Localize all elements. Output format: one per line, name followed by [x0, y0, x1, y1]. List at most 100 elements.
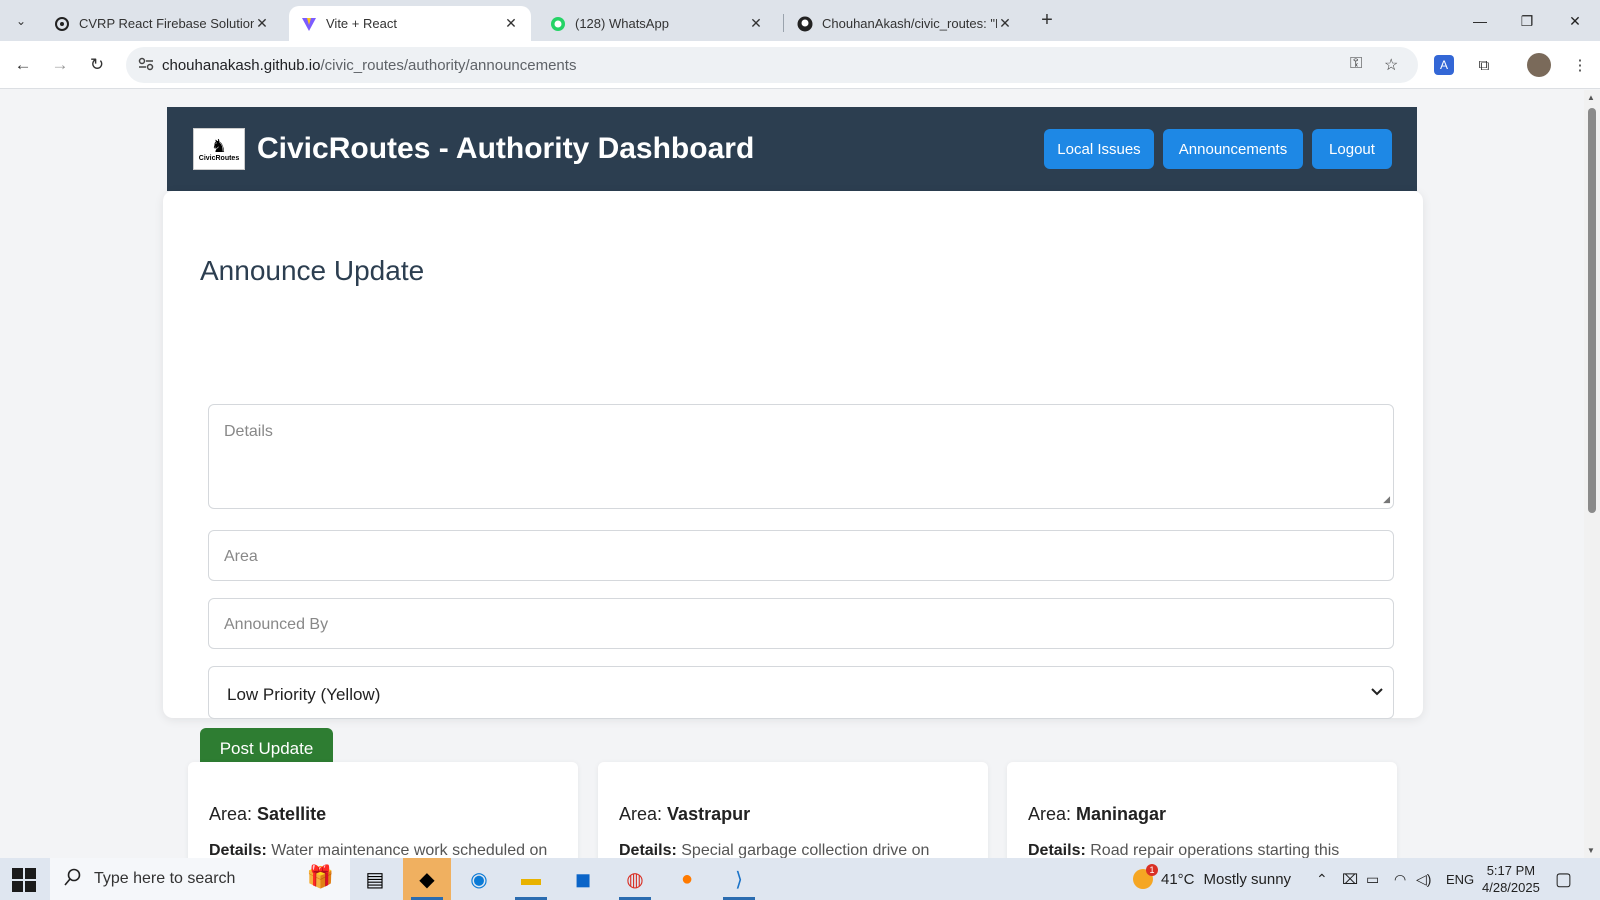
page-title: CivicRoutes - Authority Dashboard	[257, 132, 755, 165]
resize-handle-icon[interactable]: ◢	[1383, 494, 1390, 505]
logout-button[interactable]: Logout	[1312, 129, 1392, 169]
tab-whatsapp[interactable]: (128) WhatsApp ✕	[538, 6, 776, 41]
volume-icon[interactable]: ◁)	[1416, 858, 1431, 900]
weather-widget[interactable]: 1 41°C Mostly sunny	[1133, 858, 1291, 900]
tab-search-button[interactable]: ⌄	[8, 8, 34, 34]
edge-icon[interactable]: ◉	[455, 858, 503, 900]
page-viewport: ♞ CivicRoutes CivicRoutes - Authority Da…	[0, 90, 1584, 858]
browser-toolbar: ← → ↻ chouhanakash.github.io/civic_route…	[0, 41, 1600, 89]
announcement-area: Area: Maninagar	[1028, 804, 1166, 825]
civicroutes-logo: ♞ CivicRoutes	[193, 128, 245, 170]
restore-button[interactable]: ❐	[1504, 6, 1550, 36]
search-placeholder: Type here to search	[94, 870, 236, 887]
announcement-card: Area: Satellite Details: Water maintenan…	[188, 762, 578, 858]
search-icon	[64, 868, 82, 891]
openai-icon	[54, 16, 70, 32]
tab-title: ChouhanAkash/civic_routes: "Er	[822, 16, 997, 31]
area-placeholder: Area	[224, 548, 258, 565]
password-key-icon[interactable]: ⚿	[1350, 55, 1362, 73]
wifi-icon[interactable]: ◠	[1394, 858, 1406, 900]
windows-taskbar: Type here to search 🎁 ▤ ◆ ◉ ▬ ◼ ◍ ● ⟩ 1 …	[0, 858, 1600, 900]
details-label: Details:	[619, 842, 677, 858]
form-title: Announce Update	[200, 255, 425, 286]
menu-dots-icon[interactable]: ⋮	[1568, 53, 1592, 77]
area-input[interactable]: Area	[208, 530, 1394, 581]
details-label: Details:	[1028, 842, 1086, 858]
reload-button[interactable]: ↻	[83, 51, 111, 79]
tab-title: (128) WhatsApp	[575, 16, 669, 31]
taskbar-search[interactable]: Type here to search 🎁	[50, 858, 350, 900]
priority-select[interactable]: Low Priority (Yellow)	[208, 666, 1394, 719]
task-view-icon[interactable]: ▤	[351, 858, 399, 900]
scroll-up-icon[interactable]: ▲	[1587, 93, 1595, 102]
reload-icon: ↻	[89, 55, 105, 74]
details-value: Road repair operations starting this	[1090, 842, 1340, 858]
battery-icon[interactable]: ▭	[1366, 858, 1379, 900]
announcement-details: Details: Road repair operations starting…	[1028, 842, 1339, 858]
tray-chevron-icon[interactable]: ⌃	[1316, 858, 1328, 900]
logo-text: CivicRoutes	[198, 154, 240, 162]
browser-tab-bar: ⌄ CVRP React Firebase Solution ✕ Vite + …	[0, 0, 1600, 41]
announcement-details: Details: Water maintenance work schedule…	[209, 842, 547, 858]
announcement-card: Area: Maninagar Details: Road repair ope…	[1007, 762, 1397, 858]
notifications-icon[interactable]: ▢	[1555, 858, 1572, 900]
tab-github[interactable]: ChouhanAkash/civic_routes: "Er ✕	[785, 6, 1025, 41]
meet-icon[interactable]: ⌧	[1342, 858, 1358, 900]
scroll-thumb[interactable]	[1588, 108, 1596, 513]
clock-date: 4/28/2025	[1482, 880, 1540, 895]
file-explorer-icon[interactable]: ▬	[507, 858, 555, 900]
details-placeholder: Details	[224, 423, 273, 440]
tab-cvrp[interactable]: CVRP React Firebase Solution ✕	[42, 6, 282, 41]
back-button[interactable]: ←	[9, 51, 37, 79]
details-textarea[interactable]: Details ◢	[208, 404, 1394, 509]
close-icon[interactable]: ✕	[997, 15, 1013, 32]
weather-temp: 41°C	[1161, 870, 1195, 888]
translate-extension-icon[interactable]: A	[1434, 55, 1454, 75]
close-icon[interactable]: ✕	[503, 15, 519, 32]
local-issues-button[interactable]: Local Issues	[1044, 129, 1154, 169]
close-window-button[interactable]: ✕	[1552, 6, 1598, 36]
close-icon[interactable]: ✕	[748, 15, 764, 32]
tab-title: Vite + React	[326, 16, 397, 31]
area-label: Area:	[209, 804, 253, 824]
close-icon[interactable]: ✕	[254, 15, 270, 32]
clock[interactable]: 5:17 PM 4/28/2025	[1482, 858, 1540, 900]
announcement-area: Area: Vastrapur	[619, 804, 750, 825]
announce-form-card: Announce Update Details ◢ Area Announced…	[163, 191, 1423, 770]
details-label: Details:	[209, 842, 267, 858]
announcements-button[interactable]: Announcements	[1163, 129, 1303, 169]
area-label: Area:	[1028, 804, 1072, 824]
chevron-down-icon: ⌄	[15, 14, 27, 28]
minimize-icon: —	[1473, 13, 1487, 29]
close-icon: ✕	[1569, 12, 1581, 29]
windows-start-icon[interactable]	[12, 868, 36, 892]
new-tab-button[interactable]: +	[1035, 9, 1059, 33]
language-indicator[interactable]: ENG	[1446, 858, 1474, 900]
site-settings-icon[interactable]	[130, 57, 162, 74]
page-scrollbar[interactable]: ▲ ▼	[1584, 90, 1600, 858]
vscode-icon[interactable]: ⟩	[715, 858, 763, 900]
forward-button[interactable]: →	[46, 51, 74, 79]
announcement-area: Area: Satellite	[209, 804, 326, 825]
tab-vite-react[interactable]: Vite + React ✕	[289, 6, 531, 41]
bookmark-star-icon[interactable]: ☆	[1384, 55, 1398, 75]
weather-alert-badge: 1	[1146, 864, 1158, 876]
firefox-icon[interactable]: ●	[663, 858, 711, 900]
arrow-left-icon: ←	[14, 55, 32, 74]
outlook-icon[interactable]: ◼	[559, 858, 607, 900]
minimize-button[interactable]: —	[1457, 6, 1503, 36]
announcement-card: Area: Vastrapur Details: Special garbage…	[598, 762, 988, 858]
chrome-icon[interactable]: ◍	[611, 858, 659, 900]
vite-icon	[301, 16, 317, 32]
avatar[interactable]	[1527, 53, 1551, 77]
extensions-icon[interactable]: ⧉	[1472, 53, 1496, 77]
announced-by-input[interactable]: Announced By	[208, 598, 1394, 649]
scroll-down-icon[interactable]: ▼	[1587, 846, 1595, 855]
area-value: Maninagar	[1076, 804, 1167, 824]
chevron-down-icon	[1371, 684, 1383, 699]
address-bar[interactable]: chouhanakash.github.io/civic_routes/auth…	[126, 47, 1418, 83]
arrow-right-icon: →	[51, 55, 69, 74]
copilot-icon[interactable]: ◆	[403, 858, 451, 900]
github-icon	[797, 16, 813, 32]
url-text[interactable]: chouhanakash.github.io/civic_routes/auth…	[162, 57, 576, 74]
